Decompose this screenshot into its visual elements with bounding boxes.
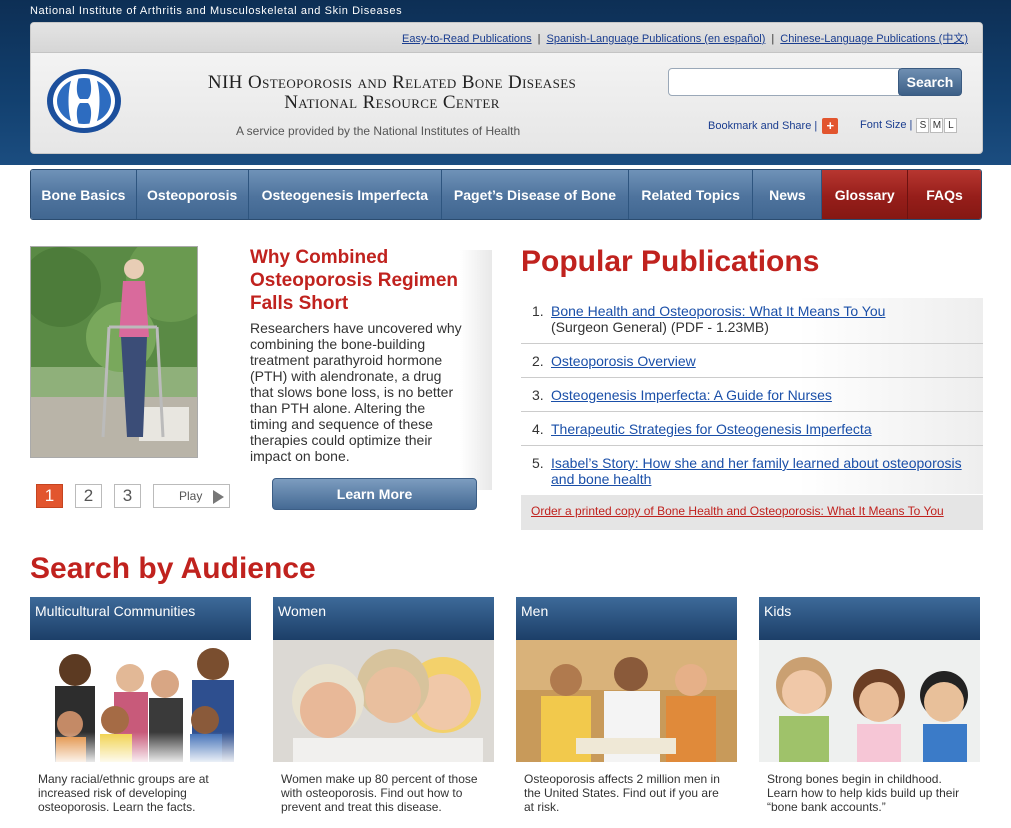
tagline: A service provided by the National Insti… — [236, 124, 521, 138]
audience-card-label[interactable]: Kids — [759, 597, 980, 640]
publication-item: 3. Osteogenesis Imperfecta: A Guide for … — [521, 378, 983, 412]
audience-card-label[interactable]: Men — [516, 597, 737, 640]
nav-faqs[interactable]: FAQs — [908, 170, 981, 219]
site-header: Easy-to-Read Publications | Spanish-Langua… — [30, 22, 983, 154]
agency-name[interactable]: National Institute of Arthritis and Musc… — [30, 5, 402, 17]
feature-text: Researchers have uncovered why combining… — [250, 320, 462, 464]
search-input[interactable] — [668, 68, 900, 96]
item-number: 2. — [532, 353, 544, 369]
feature-title[interactable]: Why Combined Osteoporosis Regimen Falls … — [250, 246, 480, 315]
font-size-label: Font Size — [860, 119, 907, 131]
utility-links: Easy-to-Read Publications | Spanish-Langua… — [402, 30, 968, 46]
publication-link[interactable]: Osteogenesis Imperfecta: A Guide for Nur… — [551, 387, 832, 403]
audience-title: Search by Audience — [30, 552, 316, 585]
easy-to-read-link[interactable]: Easy-to-Read Publications — [402, 33, 532, 45]
audience-card-desc: Osteoporosis affects 2 million men in th… — [524, 772, 720, 814]
font-size-large[interactable]: L — [944, 118, 958, 133]
nav-news[interactable]: News — [753, 170, 823, 219]
add-icon[interactable]: + — [822, 118, 839, 134]
audience-card-kids[interactable]: Kids Strong bones begin in childhood. Le… — [759, 597, 980, 828]
publication-item: 4. Therapeutic Strategies for Osteogenes… — [521, 412, 983, 446]
site-title-line1: NIH Osteoporosis and Related Bone Diseas… — [207, 72, 577, 93]
nav-bone-basics[interactable]: Bone Basics — [31, 170, 137, 219]
nav-glossary[interactable]: Glossary — [822, 170, 909, 219]
publication-sub: (Surgeon General) (PDF - 1.23MB) — [551, 319, 769, 335]
publication-list: 1. Bone Health and Osteoporosis: What It… — [521, 298, 983, 494]
play-icon — [213, 490, 224, 504]
bookmark-share[interactable]: Bookmark and Share | + — [708, 118, 839, 134]
play-label: Play — [179, 489, 203, 503]
search-button[interactable]: Search — [898, 68, 962, 96]
item-number: 3. — [532, 387, 544, 403]
font-size-control: Font Size | SML — [860, 118, 958, 133]
nav-osteoporosis[interactable]: Osteoporosis — [136, 170, 249, 219]
publication-link[interactable]: Osteoporosis Overview — [551, 353, 696, 369]
publication-item: 1. Bone Health and Osteoporosis: What It… — [521, 298, 983, 344]
publication-item: 5. Isabel’s Story: How she and her famil… — [521, 446, 983, 494]
publication-item: 2. Osteoporosis Overview — [521, 344, 983, 378]
kids-photo[interactable] — [759, 640, 980, 762]
women-photo[interactable] — [273, 640, 494, 762]
pager-1[interactable]: 1 — [36, 484, 63, 508]
pager-2[interactable]: 2 — [75, 484, 102, 508]
publication-link[interactable]: Bone Health and Osteoporosis: What It Me… — [551, 303, 885, 319]
popular-publications-title: Popular Publications — [521, 245, 820, 278]
pager-3[interactable]: 3 — [114, 484, 141, 508]
item-number: 5. — [532, 455, 544, 471]
feature-photo[interactable] — [30, 246, 198, 458]
site-title-line2: National Resource Center — [284, 92, 500, 113]
audience-card-men[interactable]: Men Osteoporosis affects 2 million men i… — [516, 597, 737, 828]
audience-card-label[interactable]: Women — [273, 597, 494, 640]
nav-pagets-disease[interactable]: Paget’s Disease of Bone — [442, 170, 629, 219]
publication-link[interactable]: Isabel’s Story: How she and her family l… — [551, 455, 962, 487]
separator: | — [771, 33, 775, 45]
audience-card-label[interactable]: Multicultural Communities — [30, 597, 251, 640]
nih-logo[interactable] — [45, 67, 123, 135]
publication-link[interactable]: Therapeutic Strategies for Osteogenesis … — [551, 421, 872, 437]
feature-shadow — [460, 250, 492, 490]
play-button[interactable]: Play — [153, 484, 230, 508]
audience-card-women[interactable]: Women Women make up 80 percent of those … — [273, 597, 494, 828]
nav-related-topics[interactable]: Related Topics — [628, 170, 754, 219]
site-title[interactable]: NIH Osteoporosis and Related Bone Diseas… — [161, 73, 623, 113]
audience-card-multicultural[interactable]: Multicultural Communities Many racial/et… — [30, 597, 251, 828]
chinese-publications-link[interactable]: Chinese-Language Publications (中文) — [780, 33, 968, 45]
font-size-small[interactable]: S — [916, 118, 930, 133]
item-number: 1. — [532, 303, 544, 319]
order-box: Order a printed copy of Bone Health and … — [521, 495, 983, 530]
spanish-publications-link[interactable]: Spanish-Language Publications (en españo… — [546, 33, 765, 45]
separator: | — [537, 33, 541, 45]
font-size-medium[interactable]: M — [930, 118, 944, 133]
men-photo[interactable] — [516, 640, 737, 762]
audience-card-desc: Women make up 80 percent of those with o… — [281, 772, 478, 814]
nav-osteogenesis-imperfecta[interactable]: Osteogenesis Imperfecta — [248, 170, 443, 219]
audience-card-desc: Strong bones begin in childhood. Learn h… — [767, 772, 960, 814]
bookmark-label: Bookmark and Share — [708, 119, 812, 132]
learn-more-button[interactable]: Learn More — [272, 478, 477, 510]
item-number: 4. — [532, 421, 544, 437]
order-printed-copy-link[interactable]: Order a printed copy of Bone Health and … — [531, 504, 944, 518]
utility-bar: Easy-to-Read Publications | Spanish-Langua… — [31, 23, 982, 53]
audience-card-desc: Many racial/ethnic groups are at increas… — [38, 772, 209, 814]
main-nav: Bone Basics Osteoporosis Osteogenesis Im… — [30, 169, 982, 220]
multicultural-photo[interactable] — [30, 640, 251, 762]
